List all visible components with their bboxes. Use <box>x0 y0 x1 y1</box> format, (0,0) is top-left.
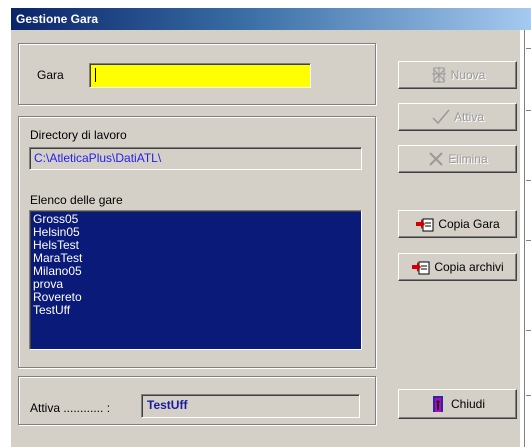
elenco-label: Elenco delle gare <box>30 193 123 207</box>
nuova-label: Nuova <box>450 68 486 82</box>
gestione-gara-dialog: Gestione Gara Gara Directory di lavoro C… <box>10 7 531 447</box>
directory-label: Directory di lavoro <box>30 128 127 142</box>
copia-archivi-label: Copia archivi <box>434 260 504 274</box>
new-document-icon <box>431 67 446 83</box>
gara-label: Gara <box>37 68 64 82</box>
elimina-label: Elimina <box>448 152 488 166</box>
exit-door-icon <box>432 396 443 412</box>
list-item[interactable]: Rovereto <box>33 291 361 304</box>
copia-gara-label: Copia Gara <box>438 217 500 231</box>
title-bar[interactable]: Gestione Gara <box>11 8 531 30</box>
list-item[interactable]: Helsin05 <box>33 226 361 239</box>
window-title: Gestione Gara <box>16 12 99 26</box>
nuova-button[interactable]: Nuova <box>398 61 517 89</box>
window-right-edge <box>520 30 531 447</box>
attiva-button-label: Attiva <box>453 110 484 124</box>
text-caret <box>95 68 96 82</box>
gara-input[interactable] <box>89 63 311 88</box>
list-item[interactable]: Milano05 <box>33 265 361 278</box>
list-item[interactable]: Gross05 <box>33 213 361 226</box>
list-item[interactable]: HelsTest <box>33 239 361 252</box>
checkmark-icon <box>432 109 450 125</box>
list-item[interactable]: MaraTest <box>33 252 361 265</box>
chiudi-label: Chiudi <box>450 397 486 411</box>
delete-x-icon <box>429 152 444 166</box>
copy-icon <box>416 218 434 232</box>
list-item[interactable]: prova <box>33 278 361 291</box>
attiva-label: Attiva ............ : <box>30 401 111 415</box>
chiudi-button[interactable]: Chiudi <box>398 389 517 419</box>
gare-listbox[interactable]: Gross05 Helsin05 HelsTest MaraTest Milan… <box>29 210 362 350</box>
attiva-button[interactable]: Attiva <box>398 103 517 131</box>
copia-gara-button[interactable]: Copia Gara <box>398 210 517 238</box>
directory-field: C:\AtleticaPlus\DatiATL\ <box>29 147 362 170</box>
list-item[interactable]: TestUff <box>33 304 361 317</box>
elimina-button[interactable]: Elimina <box>398 145 517 173</box>
copy-icon <box>412 261 430 275</box>
copia-archivi-button[interactable]: Copia archivi <box>398 253 517 281</box>
attiva-value-field: TestUff <box>141 394 360 418</box>
